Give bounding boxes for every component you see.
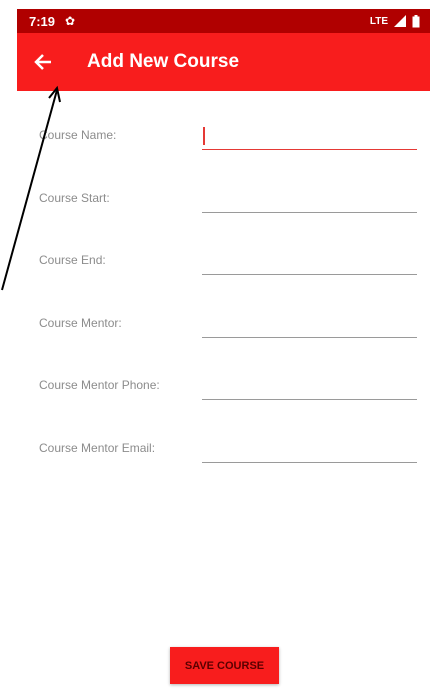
course-name-row: Course Name: [39, 118, 419, 162]
battery-icon [412, 14, 420, 27]
course-mentor-input[interactable] [202, 310, 417, 338]
status-icons: LTE [369, 14, 420, 28]
course-end-row: Course End: [39, 243, 419, 287]
course-mentor-email-row: Course Mentor Email: [39, 431, 419, 475]
course-name-input[interactable] [202, 122, 417, 150]
course-start-label: Course Start: [39, 191, 110, 205]
course-start-input[interactable] [202, 185, 417, 213]
status-bar: 7:19 ✿ LTE [17, 9, 430, 33]
course-mentor-label: Course Mentor: [39, 316, 122, 330]
status-time: 7:19 [29, 13, 56, 29]
course-mentor-email-label: Course Mentor Email: [39, 441, 156, 455]
course-start-row: Course Start: [39, 181, 419, 225]
course-name-label: Course Name: [39, 128, 117, 142]
back-arrow-icon [34, 54, 51, 70]
save-course-button[interactable]: SAVE COURSE [170, 647, 279, 684]
page-title: Add New Course [87, 51, 240, 72]
course-mentor-phone-label: Course Mentor Phone: [39, 378, 160, 392]
course-end-label: Course End: [39, 253, 106, 267]
course-mentor-phone-input[interactable] [202, 372, 417, 400]
back-button[interactable] [17, 33, 69, 91]
settings-gear-icon: ✿ [65, 14, 76, 28]
signal-icon [394, 15, 406, 27]
text-cursor [203, 127, 205, 145]
network-type-label: LTE [369, 15, 388, 27]
course-mentor-phone-row: Course Mentor Phone: [39, 368, 419, 412]
course-end-input[interactable] [202, 247, 417, 275]
course-mentor-row: Course Mentor: [39, 306, 419, 350]
app-bar: Add New Course [17, 33, 430, 91]
course-mentor-email-input[interactable] [202, 435, 417, 463]
